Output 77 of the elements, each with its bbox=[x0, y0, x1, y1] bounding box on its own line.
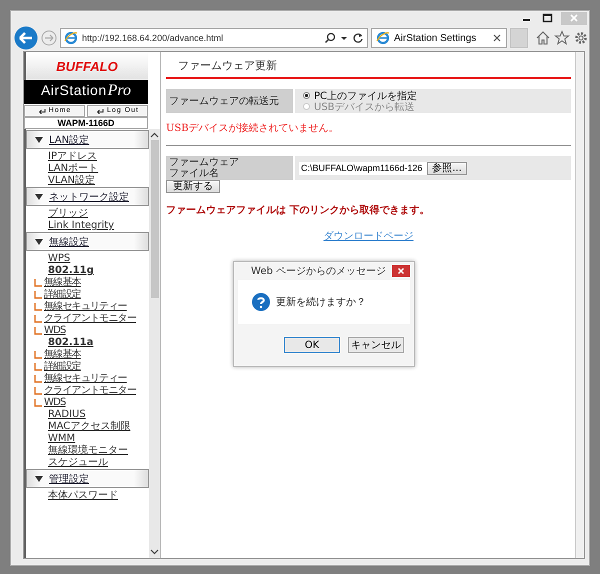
dialog-message: 更新を続けますか？ bbox=[276, 296, 366, 309]
menu-link[interactable]: MACアクセス制限 bbox=[48, 421, 130, 432]
question-icon bbox=[252, 293, 270, 311]
menu-link[interactable]: 802.11a bbox=[48, 337, 94, 348]
scrollbar[interactable] bbox=[575, 52, 584, 558]
radio-button[interactable] bbox=[303, 92, 310, 99]
menu-link[interactable]: WDS bbox=[44, 397, 66, 408]
menu-link[interactable]: WPS bbox=[48, 253, 70, 264]
close-icon bbox=[397, 267, 405, 275]
settings-icon[interactable] bbox=[573, 30, 589, 46]
menu-link[interactable]: WDS bbox=[44, 325, 66, 336]
home-icon[interactable] bbox=[535, 30, 551, 46]
address-bar[interactable]: http://192.168.64.200/advance.html bbox=[60, 28, 368, 48]
globe-e-icon bbox=[376, 31, 390, 45]
dialog-button[interactable]: OK bbox=[284, 337, 340, 353]
brand-logo: BUFFALO bbox=[56, 58, 118, 74]
maximize-icon[interactable] bbox=[541, 13, 553, 23]
back-icon[interactable] bbox=[14, 26, 38, 50]
radio-label: PC上のファイルを指定 bbox=[314, 90, 418, 102]
menu-link[interactable]: 詳細設定 bbox=[44, 289, 81, 300]
section-label: LAN設定 bbox=[49, 134, 90, 146]
scroll-up-icon bbox=[150, 132, 159, 138]
menu-link[interactable]: IPアドレス bbox=[48, 151, 97, 162]
page-title: ファームウェア更新 bbox=[166, 52, 571, 79]
menu-link[interactable]: 無線基本 bbox=[44, 349, 81, 360]
menu-link[interactable]: 無線セキュリティー bbox=[44, 373, 127, 384]
close-icon bbox=[569, 13, 579, 23]
menu-link[interactable]: WMM bbox=[48, 433, 76, 444]
browse-button[interactable]: 参照... bbox=[427, 162, 467, 174]
return-arrow-icon bbox=[96, 108, 104, 114]
close-icon[interactable] bbox=[492, 33, 502, 43]
menu-link[interactable]: 無線セキュリティー bbox=[44, 301, 127, 312]
scrollbar[interactable] bbox=[149, 129, 160, 558]
return-arrow-icon bbox=[38, 108, 46, 114]
menu-section-header[interactable]: 管理設定 bbox=[26, 469, 149, 488]
file-path-field[interactable]: C:\BUFFALO\wapm1166d-126 bbox=[299, 162, 427, 174]
menu-link[interactable]: ブリッジ bbox=[48, 208, 88, 219]
info-message: ファームウェアファイルは 下のリンクから取得できます。 bbox=[166, 204, 430, 217]
menu-link[interactable]: クライアントモニター bbox=[44, 385, 136, 396]
menu-section-header[interactable]: LAN設定 bbox=[26, 130, 149, 149]
dialog-button[interactable]: キャンセル bbox=[348, 337, 404, 353]
error-message: USBデバイスが接続されていません。 bbox=[166, 122, 340, 135]
menu-link[interactable]: 詳細設定 bbox=[44, 361, 81, 372]
menu-link[interactable]: VLAN設定 bbox=[48, 175, 95, 186]
scroll-thumb[interactable] bbox=[150, 140, 158, 298]
menu-link[interactable]: Link Integrity bbox=[48, 220, 114, 231]
menu-section-header[interactable]: ネットワーク設定 bbox=[26, 187, 149, 206]
menu-link[interactable]: スケジュール bbox=[48, 457, 108, 468]
model-name: WAPM-1166D bbox=[24, 117, 148, 129]
section-label: ネットワーク設定 bbox=[49, 190, 129, 204]
scroll-down-icon bbox=[150, 549, 159, 555]
close-button[interactable] bbox=[392, 265, 410, 277]
search-icon[interactable] bbox=[324, 32, 336, 44]
refresh-icon[interactable] bbox=[352, 32, 364, 44]
update-button[interactable]: 更新する bbox=[166, 180, 220, 193]
star-icon[interactable] bbox=[554, 30, 570, 46]
browser-tab[interactable]: AirStation Settings bbox=[371, 28, 507, 48]
menu-section-header[interactable]: 無線設定 bbox=[26, 232, 149, 251]
menu-link[interactable]: 本体パスワード bbox=[48, 490, 118, 501]
menu-link[interactable]: 802.11g bbox=[48, 265, 94, 276]
tab-title: AirStation Settings bbox=[394, 32, 478, 44]
menu-link[interactable]: 無線環境モニター bbox=[48, 445, 128, 456]
product-name: AirStation bbox=[40, 82, 107, 98]
menu-link[interactable]: LANポート bbox=[48, 163, 98, 174]
dialog-title: Web ページからのメッセージ bbox=[251, 265, 386, 278]
field-label: ファームウェアの転送元 bbox=[166, 89, 293, 113]
menu-link[interactable]: クライアントモニター bbox=[44, 313, 136, 324]
radio-label: USBデバイスから転送 bbox=[314, 100, 415, 114]
download-link[interactable]: ダウンロードページ bbox=[324, 229, 414, 243]
section-label: 管理設定 bbox=[49, 472, 89, 486]
menu-link[interactable]: RADIUS bbox=[48, 409, 86, 420]
section-label: 無線設定 bbox=[49, 236, 89, 248]
menu-link[interactable]: 無線基本 bbox=[44, 277, 81, 288]
product-suffix: Pro bbox=[108, 82, 132, 100]
field-label: ファームウェアファイル名 bbox=[169, 157, 240, 179]
url-text: http://192.168.64.200/advance.html bbox=[82, 33, 224, 43]
globe-e-icon bbox=[64, 31, 78, 45]
